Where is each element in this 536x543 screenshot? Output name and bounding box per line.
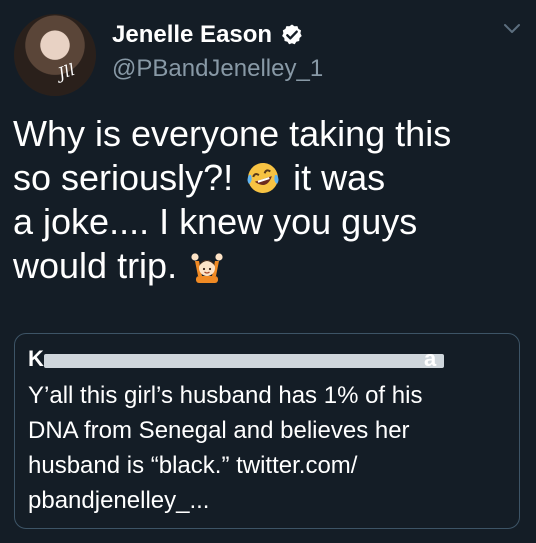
quoted-line-4[interactable]: pbandjenelley_... (28, 483, 498, 518)
quoted-author-visible-start: K (28, 346, 44, 371)
person-raising-both-hands-icon (191, 253, 223, 283)
author-handle[interactable]: @PBandJenelley_1 (112, 55, 323, 83)
quoted-line-2: DNA from Senegal and believes her (28, 417, 410, 444)
quoted-line-1: Y’all this girl’s husband has 1% of his (28, 382, 423, 409)
tweet-text: Why is everyone taking this so seriously… (13, 112, 523, 288)
face-with-tears-of-joy-icon (247, 163, 279, 193)
quoted-author: K a (28, 346, 444, 372)
verified-badge-icon (282, 24, 302, 45)
tweet-line-3: a joke.... I knew you guys (13, 201, 418, 242)
quoted-text: Y’all this girl’s husband has 1% of his … (28, 378, 498, 518)
quoted-line-3: husband is “black.” twitter.com/ (28, 452, 358, 479)
avatar[interactable]: Jll (14, 14, 96, 96)
quoted-author-visible-end: a (424, 346, 437, 371)
author-name[interactable]: Jenelle Eason (112, 21, 272, 49)
redaction-bar (44, 354, 444, 368)
signature-watermark: Jll (55, 59, 78, 84)
quoted-tweet[interactable]: K a Y’all this girl’s husband has 1% of … (14, 333, 520, 529)
tweet-line-4-text: would trip. (13, 245, 178, 286)
tweet-line-2: so seriously?! it was (13, 156, 523, 200)
author-row: Jenelle Eason (112, 19, 304, 51)
tweet-line-4: would trip. (13, 244, 523, 288)
tweet-card: Jll Jenelle Eason @PBandJenelley_1 Why i… (0, 0, 536, 543)
tweet-line-2-start: so seriously?! (13, 157, 234, 198)
tweet-line-1: Why is everyone taking this (13, 113, 452, 154)
tweet-line-2-end: it was (293, 157, 386, 198)
chevron-down-icon[interactable] (502, 22, 522, 36)
